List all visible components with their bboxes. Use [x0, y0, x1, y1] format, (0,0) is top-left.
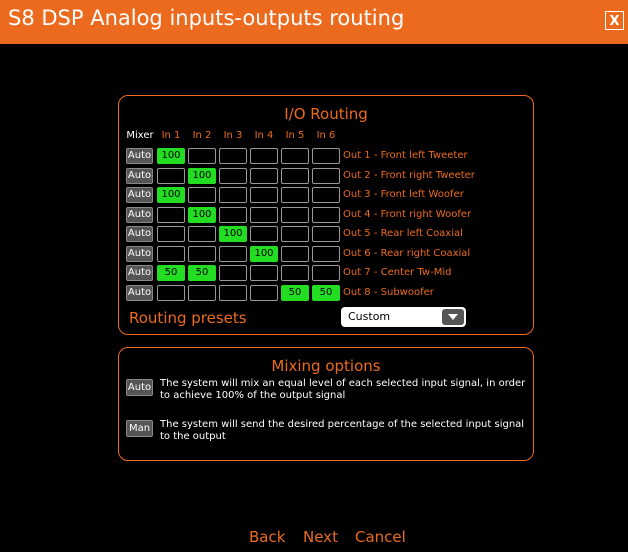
mixer-header: Mixer: [126, 130, 154, 141]
cancel-button[interactable]: Cancel: [355, 528, 406, 546]
routing-cell-out3-in6[interactable]: [312, 187, 340, 203]
mixer-auto-button-3[interactable]: Auto: [126, 187, 153, 203]
routing-cell-out5-in6[interactable]: [312, 226, 340, 242]
mixer-auto-button-1[interactable]: Auto: [126, 148, 153, 164]
routing-cell-out8-in1[interactable]: [157, 285, 185, 301]
routing-cell-out3-in5[interactable]: [281, 187, 309, 203]
routing-cell-out2-in6[interactable]: [312, 168, 340, 184]
output-label-7: Out 7 - Center Tw-Mid: [343, 267, 452, 278]
routing-cell-out4-in2[interactable]: 100: [188, 207, 216, 223]
routing-cell-out3-in1[interactable]: 100: [157, 187, 185, 203]
routing-cell-out4-in6[interactable]: [312, 207, 340, 223]
routing-cell-out8-in5[interactable]: 50: [281, 285, 309, 301]
routing-cell-out7-in1[interactable]: 50: [157, 265, 185, 281]
output-label-1: Out 1 - Front left Tweeter: [343, 150, 468, 161]
routing-cell-out1-in6[interactable]: [312, 148, 340, 164]
mixing-options-panel: Mixing options: [118, 347, 534, 461]
auto-mode-button[interactable]: Auto: [126, 379, 153, 396]
routing-cell-out8-in4[interactable]: [250, 285, 278, 301]
routing-cell-out5-in2[interactable]: [188, 226, 216, 242]
output-label-6: Out 6 - Rear right Coaxial: [343, 248, 471, 259]
back-button[interactable]: Back: [249, 528, 285, 546]
routing-cell-out7-in5[interactable]: [281, 265, 309, 281]
mixer-auto-button-4[interactable]: Auto: [126, 207, 153, 223]
routing-cell-out5-in1[interactable]: [157, 226, 185, 242]
auto-mode-description: The system will mix an equal level of ea…: [160, 378, 526, 401]
input-header-1: In 1: [161, 130, 181, 141]
mixer-auto-button-7[interactable]: Auto: [126, 265, 153, 281]
input-header-2: In 2: [192, 130, 212, 141]
routing-cell-out1-in3[interactable]: [219, 148, 247, 164]
routing-cell-out6-in2[interactable]: [188, 246, 216, 262]
routing-presets-value: Custom: [348, 310, 391, 323]
routing-cell-out2-in3[interactable]: [219, 168, 247, 184]
routing-cell-out1-in2[interactable]: [188, 148, 216, 164]
window-title: S8 DSP Analog inputs-outputs routing: [8, 6, 405, 30]
output-label-3: Out 3 - Front left Woofer: [343, 189, 464, 200]
routing-presets-label: Routing presets: [129, 309, 247, 327]
input-header-6: In 6: [316, 130, 336, 141]
routing-cell-out2-in2[interactable]: 100: [188, 168, 216, 184]
title-bar: S8 DSP Analog inputs-outputs routing: [0, 0, 628, 44]
routing-cell-out7-in6[interactable]: [312, 265, 340, 281]
routing-cell-out2-in5[interactable]: [281, 168, 309, 184]
routing-cell-out1-in4[interactable]: [250, 148, 278, 164]
mixer-auto-button-8[interactable]: Auto: [126, 285, 153, 301]
routing-cell-out6-in3[interactable]: [219, 246, 247, 262]
mixer-auto-button-6[interactable]: Auto: [126, 246, 153, 262]
next-button[interactable]: Next: [303, 528, 338, 546]
routing-cell-out7-in4[interactable]: [250, 265, 278, 281]
output-label-4: Out 4 - Front right Woofer: [343, 209, 472, 220]
routing-cell-out7-in3[interactable]: [219, 265, 247, 281]
routing-cell-out6-in1[interactable]: [157, 246, 185, 262]
routing-cell-out4-in1[interactable]: [157, 207, 185, 223]
io-routing-title: I/O Routing: [284, 105, 368, 123]
routing-cell-out3-in4[interactable]: [250, 187, 278, 203]
routing-cell-out4-in4[interactable]: [250, 207, 278, 223]
man-mode-button[interactable]: Man: [126, 420, 153, 437]
chevron-down-icon[interactable]: [442, 309, 464, 325]
man-mode-description: The system will send the desired percent…: [160, 419, 525, 442]
output-label-5: Out 5 - Rear left Coaxial: [343, 228, 463, 239]
mixer-auto-button-2[interactable]: Auto: [126, 168, 153, 184]
routing-cell-out4-in5[interactable]: [281, 207, 309, 223]
output-label-2: Out 2 - Front right Tweeter: [343, 170, 475, 181]
routing-cell-out2-in4[interactable]: [250, 168, 278, 184]
routing-cell-out5-in3[interactable]: 100: [219, 226, 247, 242]
routing-cell-out5-in5[interactable]: [281, 226, 309, 242]
routing-cell-out3-in2[interactable]: [188, 187, 216, 203]
input-header-3: In 3: [223, 130, 243, 141]
routing-cell-out4-in3[interactable]: [219, 207, 247, 223]
output-label-8: Out 8 - Subwoofer: [343, 287, 434, 298]
routing-cell-out2-in1[interactable]: [157, 168, 185, 184]
routing-cell-out6-in6[interactable]: [312, 246, 340, 262]
routing-cell-out3-in3[interactable]: [219, 187, 247, 203]
mixer-auto-button-5[interactable]: Auto: [126, 226, 153, 242]
routing-cell-out1-in5[interactable]: [281, 148, 309, 164]
close-button[interactable]: X: [605, 11, 624, 30]
routing-presets-dropdown[interactable]: Custom: [341, 307, 466, 327]
routing-cell-out5-in4[interactable]: [250, 226, 278, 242]
routing-cell-out8-in6[interactable]: 50: [312, 285, 340, 301]
routing-cell-out6-in5[interactable]: [281, 246, 309, 262]
input-header-4: In 4: [254, 130, 274, 141]
routing-cell-out7-in2[interactable]: 50: [188, 265, 216, 281]
input-header-5: In 5: [285, 130, 305, 141]
routing-cell-out1-in1[interactable]: 100: [157, 148, 185, 164]
routing-cell-out8-in3[interactable]: [219, 285, 247, 301]
routing-cell-out8-in2[interactable]: [188, 285, 216, 301]
routing-cell-out6-in4[interactable]: 100: [250, 246, 278, 262]
mixing-options-title: Mixing options: [271, 357, 381, 375]
